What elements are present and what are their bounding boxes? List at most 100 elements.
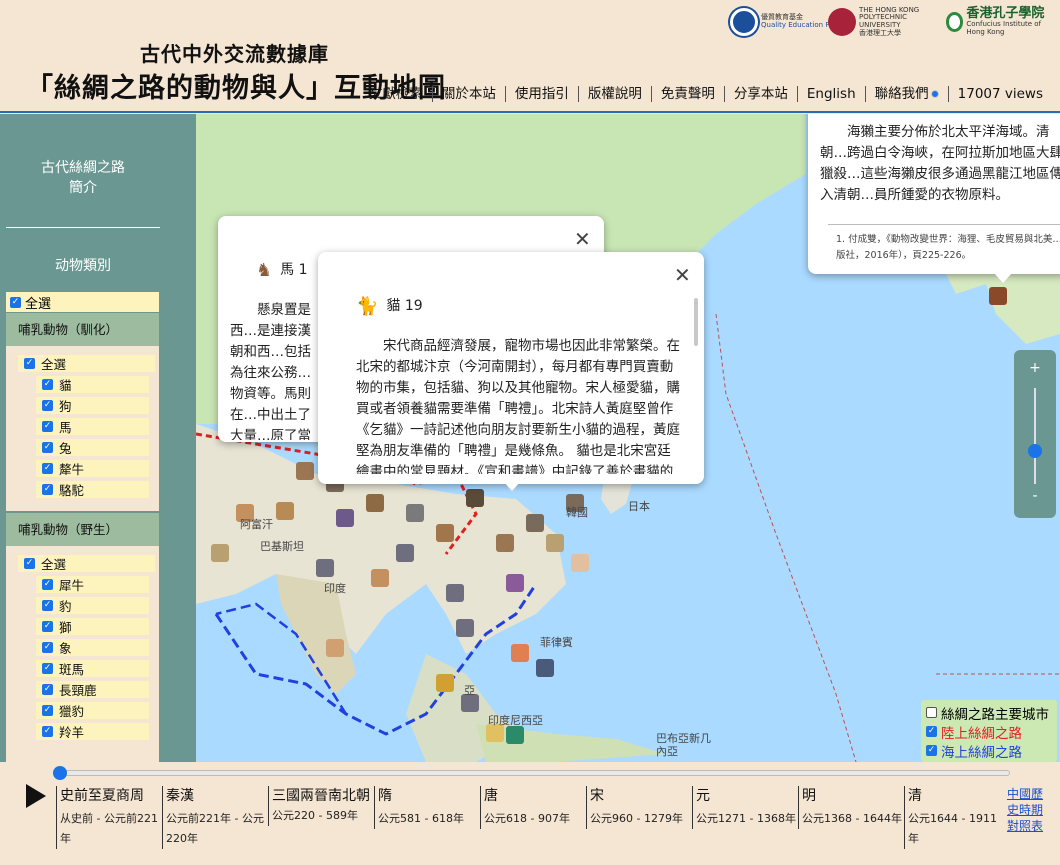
nav-about[interactable]: 關於本站 (431, 86, 505, 102)
select-all-animals[interactable]: ✓ 全選 (6, 292, 159, 312)
checkbox-checked-icon[interactable]: ✓ (24, 358, 35, 369)
dynasty-comparison-link[interactable]: 中國歷史時期對照表 (1007, 786, 1047, 834)
checkbox-checked-icon[interactable]: ✓ (42, 705, 53, 716)
era-song[interactable]: 宋公元960 - 1279年 (586, 786, 690, 829)
filter-zebra[interactable]: ✓ 斑馬 (36, 660, 149, 677)
checkbox-checked-icon[interactable]: ✓ (10, 296, 21, 308)
animal-pin[interactable] (506, 726, 524, 744)
close-icon[interactable]: ✕ (674, 265, 691, 285)
era-yuan[interactable]: 元公元1271 - 1368年 (692, 786, 796, 829)
filter-yak[interactable]: ✓ 犛牛 (36, 460, 149, 477)
checkbox-checked-icon[interactable]: ✓ (42, 684, 53, 695)
animal-pin[interactable] (436, 524, 454, 542)
animal-pin[interactable] (446, 584, 464, 602)
close-icon[interactable]: ✕ (574, 229, 591, 249)
filter-cheetah[interactable]: ✓ 獵豹 (36, 702, 149, 719)
legend-cities[interactable]: 絲綢之路主要城市 (926, 703, 1052, 723)
nav-literature-search[interactable]: 文獻檢索 (360, 86, 432, 102)
animal-pin[interactable] (296, 462, 314, 480)
nav-guide[interactable]: 使用指引 (504, 86, 578, 102)
era-qin-han[interactable]: 秦漢 公元前221年 - 公元220年 (162, 786, 266, 849)
group-select-all[interactable]: ✓ 全選 (18, 355, 155, 372)
legend-sea-route[interactable]: ✓ 海上絲綢之路 (926, 741, 1052, 761)
group-domestic-mammals: 哺乳動物（馴化） ✓ 全選 ✓ 貓 ✓ 狗 ✓ 馬 ✓ 兔 ✓ 犛牛 ✓ 駱駝 (6, 313, 159, 511)
animal-pin[interactable] (371, 569, 389, 587)
checkbox-checked-icon[interactable]: ✓ (926, 745, 937, 756)
filter-rabbit[interactable]: ✓ 兔 (36, 439, 149, 456)
interactive-map[interactable]: 阿富汗 巴基斯坦 印度 日本 菲律賓 印度尼西亞 巴布亞新几內亞 亞 韓國 ✕ … (196, 114, 1060, 762)
checkbox-checked-icon[interactable]: ✓ (926, 726, 937, 737)
animal-pin[interactable] (496, 534, 514, 552)
era-prehistoric[interactable]: 史前至夏商周 从史前 - 公元前221年 (56, 786, 160, 849)
checkbox-checked-icon[interactable]: ✓ (42, 379, 53, 390)
era-sui[interactable]: 隋公元581 - 618年 (374, 786, 478, 829)
sea-otter-pin[interactable] (989, 287, 1007, 305)
animal-pin[interactable] (506, 574, 524, 592)
animal-pin[interactable] (456, 619, 474, 637)
filter-rhino[interactable]: ✓ 犀牛 (36, 576, 149, 593)
checkbox-checked-icon[interactable]: ✓ (24, 558, 35, 569)
group-title[interactable]: 哺乳動物（馴化） (6, 313, 159, 346)
filter-dog[interactable]: ✓ 狗 (36, 397, 149, 414)
timeline-slider-handle[interactable] (53, 766, 67, 780)
animal-pin[interactable] (276, 502, 294, 520)
era-ming[interactable]: 明公元1368 - 1644年 (798, 786, 902, 829)
filter-elephant[interactable]: ✓ 象 (36, 639, 149, 656)
zoom-out-button[interactable]: - (1014, 488, 1056, 504)
checkbox-empty-icon[interactable] (926, 707, 937, 718)
group-select-all[interactable]: ✓ 全選 (18, 555, 155, 572)
nav-disclaimer[interactable]: 免責聲明 (650, 86, 724, 102)
animal-pin[interactable] (326, 639, 344, 657)
filter-camel[interactable]: ✓ 駱駝 (36, 481, 149, 498)
popup-scrollbar[interactable] (694, 298, 698, 346)
filter-leopard[interactable]: ✓ 豹 (36, 597, 149, 614)
animal-pin[interactable] (536, 659, 554, 677)
animal-pin[interactable] (316, 559, 334, 577)
checkbox-checked-icon[interactable]: ✓ (42, 463, 53, 474)
era-tang[interactable]: 唐公元618 - 907年 (480, 786, 584, 829)
animal-pin[interactable] (366, 494, 384, 512)
cihk-logo[interactable]: 香港孔子學院 Confucius Institute of Hong Kong (946, 6, 1060, 38)
zoom-in-button[interactable]: + (1014, 360, 1056, 376)
silk-road-intro-link[interactable]: 古代絲綢之路 簡介 (0, 158, 166, 198)
timeline-slider-track[interactable] (60, 770, 1010, 776)
checkbox-checked-icon[interactable]: ✓ (42, 642, 53, 653)
checkbox-checked-icon[interactable]: ✓ (42, 621, 53, 632)
animal-pin[interactable] (211, 544, 229, 562)
animal-pin[interactable] (466, 489, 484, 507)
group-title[interactable]: 哺乳動物（野生） (6, 513, 159, 546)
checkbox-checked-icon[interactable]: ✓ (42, 400, 53, 411)
qef-logo[interactable]: 優質教育基金 Quality Education Fund (730, 6, 842, 38)
checkbox-checked-icon[interactable]: ✓ (42, 726, 53, 737)
polyu-logo[interactable]: THE HONG KONG POLYTECHNIC UNIVERSITY 香港理工… (828, 6, 939, 38)
checkbox-checked-icon[interactable]: ✓ (42, 484, 53, 495)
filter-giraffe[interactable]: ✓ 長頸鹿 (36, 681, 149, 698)
filter-antelope[interactable]: ✓ 羚羊 (36, 723, 149, 740)
zoom-slider-handle[interactable] (1028, 444, 1042, 458)
nav-contact[interactable]: 聯絡我們 (864, 86, 948, 102)
animal-pin[interactable] (336, 509, 354, 527)
filter-lion[interactable]: ✓ 獅 (36, 618, 149, 635)
zoom-slider-track[interactable] (1034, 388, 1036, 484)
legend-land-route[interactable]: ✓ 陸上絲綢之路 (926, 722, 1052, 742)
checkbox-checked-icon[interactable]: ✓ (42, 579, 53, 590)
era-qing[interactable]: 清公元1644 - 1911年 (904, 786, 1004, 849)
checkbox-checked-icon[interactable]: ✓ (42, 442, 53, 453)
animal-pin[interactable] (406, 504, 424, 522)
animal-pin[interactable] (571, 554, 589, 572)
nav-share[interactable]: 分享本站 (723, 86, 797, 102)
era-three-kingdoms[interactable]: 三國兩晉南北朝 公元220 - 589年 (268, 786, 372, 826)
animal-pin[interactable] (526, 514, 544, 532)
filter-cat[interactable]: ✓ 貓 (36, 376, 149, 393)
nav-copyright[interactable]: 版權說明 (577, 86, 651, 102)
checkbox-checked-icon[interactable]: ✓ (42, 663, 53, 674)
animal-pin[interactable] (436, 674, 454, 692)
checkbox-checked-icon[interactable]: ✓ (42, 421, 53, 432)
checkbox-checked-icon[interactable]: ✓ (42, 600, 53, 611)
filter-horse[interactable]: ✓ 馬 (36, 418, 149, 435)
animal-pin[interactable] (396, 544, 414, 562)
nav-english[interactable]: English (796, 86, 865, 102)
animal-pin[interactable] (546, 534, 564, 552)
animal-pin[interactable] (511, 644, 529, 662)
play-icon[interactable] (26, 784, 46, 808)
